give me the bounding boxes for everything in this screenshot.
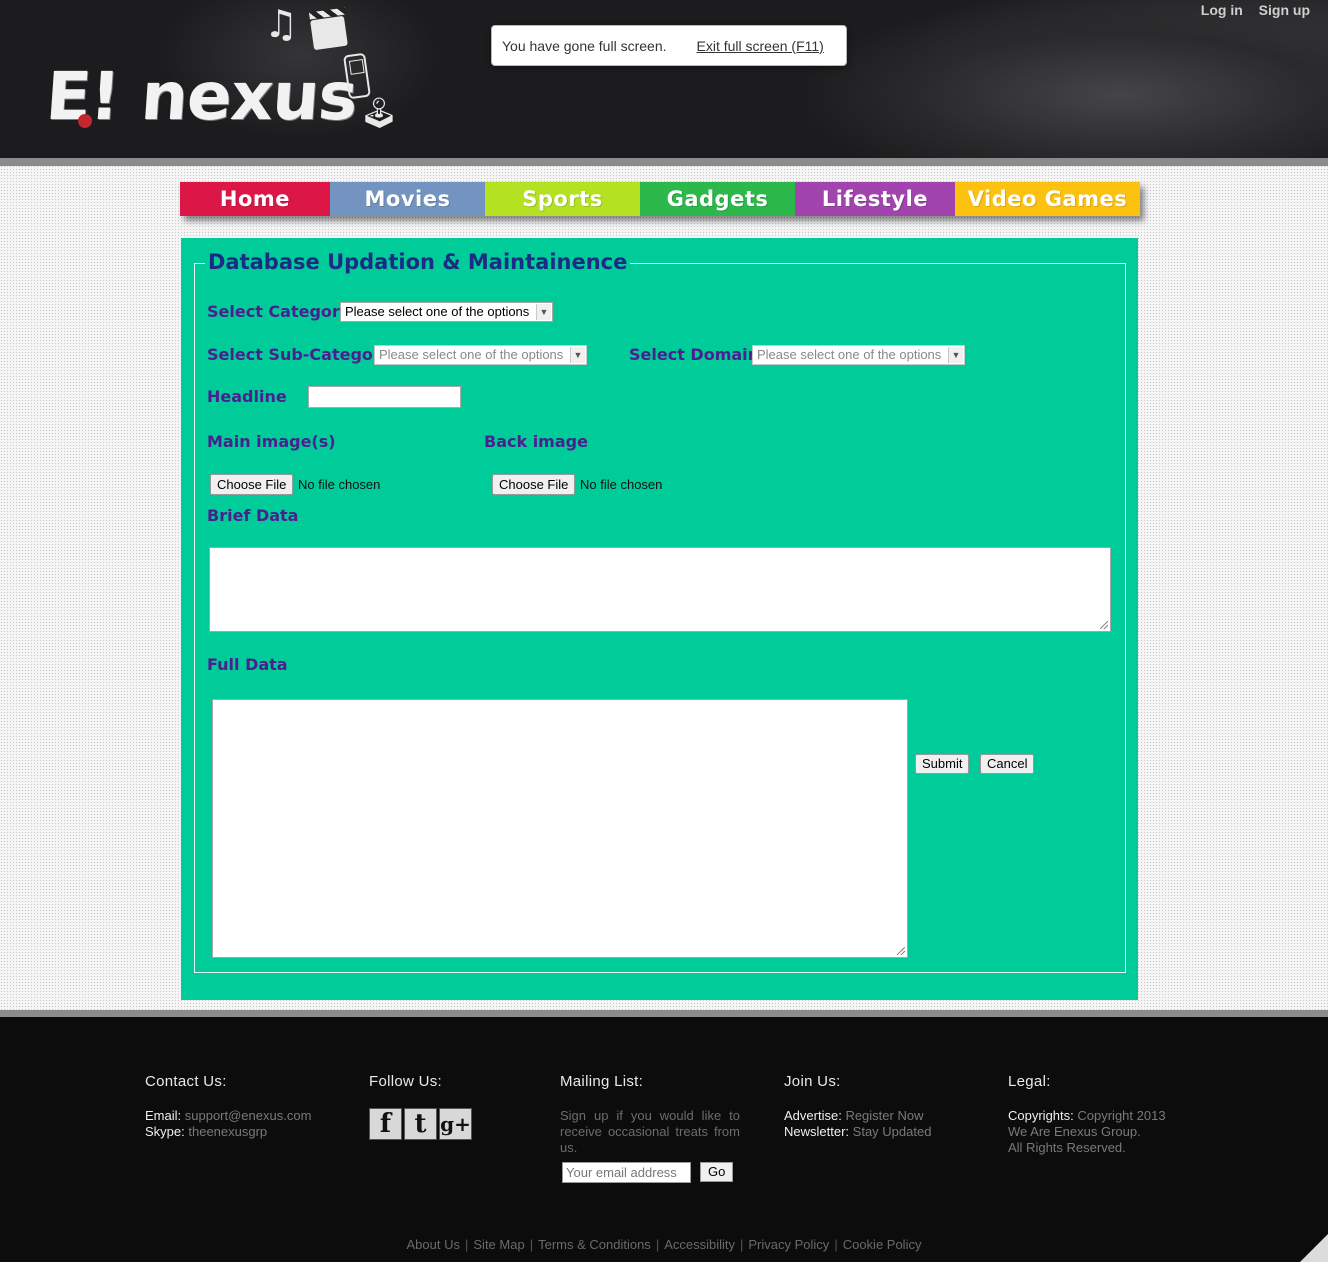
email-value[interactable]: support@enexus.com xyxy=(185,1108,312,1123)
footer-contact: Contact Us: Email: support@enexus.com Sk… xyxy=(145,1073,311,1140)
main-image-choose-button[interactable]: Choose File xyxy=(210,474,294,495)
link-separator: | xyxy=(465,1237,469,1252)
nav-item-movies[interactable]: Movies xyxy=(330,182,485,216)
cancel-button[interactable]: Cancel xyxy=(980,754,1035,774)
main-image-label: Main image(s) xyxy=(207,432,336,451)
subcategory-select-value: Please select one of the options xyxy=(379,347,564,362)
footer-follow: Follow Us: f t g+ xyxy=(369,1073,472,1140)
mailing-description: Sign up if you would like to receive occ… xyxy=(560,1108,740,1155)
resize-grip-icon[interactable] xyxy=(897,947,905,955)
follow-title: Follow Us: xyxy=(369,1073,443,1090)
joystick-icon: 🕹 xyxy=(360,96,399,131)
nav-item-lifestyle[interactable]: Lifestyle xyxy=(795,182,955,216)
link-separator: | xyxy=(834,1237,838,1252)
page-curl-corner xyxy=(1300,1234,1328,1262)
link-separator: | xyxy=(740,1237,744,1252)
legal-title: Legal: xyxy=(1008,1073,1051,1090)
main-image-file-status: No file chosen xyxy=(298,477,381,492)
site-header: E! nexus ♫ 🕹 Log in Sign up xyxy=(0,0,1328,158)
fullscreen-message: You have gone full screen. xyxy=(502,37,667,54)
legal-line-2: We Are Enexus Group. xyxy=(1008,1124,1141,1139)
category-label: Select Category : xyxy=(207,302,363,321)
footer-link-privacy[interactable]: Privacy Policy xyxy=(748,1237,829,1252)
domain-label: Select Domain : xyxy=(629,345,771,364)
footer-mailing: Mailing List: Sign up if you would like … xyxy=(560,1073,760,1223)
database-form-panel: Database Updation & Maintainence Select … xyxy=(181,238,1138,1000)
footer-divider xyxy=(0,1010,1328,1017)
form-fieldset: Database Updation & Maintainence Select … xyxy=(194,250,1126,973)
domain-select[interactable]: Please select one of the options ▼ xyxy=(752,345,965,365)
footer-join: Join Us: Advertise: Register Now Newslet… xyxy=(784,1073,931,1140)
contact-skype: Skype: theenexusgrp xyxy=(145,1124,311,1140)
resize-grip-icon[interactable] xyxy=(1100,621,1108,629)
mailing-go-button[interactable]: Go xyxy=(700,1162,734,1182)
nav-item-home[interactable]: Home xyxy=(180,182,330,216)
legal-copyright: Copyrights: Copyright 2013 xyxy=(1008,1108,1166,1124)
footer-link-terms[interactable]: Terms & Conditions xyxy=(538,1237,651,1252)
legal-line-3: All Rights Reserved. xyxy=(1008,1140,1126,1155)
copyright-value: Copyright 2013 xyxy=(1077,1108,1166,1123)
nav-item-gadgets[interactable]: Gadgets xyxy=(640,182,795,216)
signup-link[interactable]: Sign up xyxy=(1259,2,1310,18)
headline-input[interactable] xyxy=(308,386,461,408)
subcategory-select[interactable]: Please select one of the options ▼ xyxy=(374,345,587,365)
chevron-down-icon: ▼ xyxy=(536,304,551,320)
footer-links: About Us | Site Map | Terms & Conditions | Acc… xyxy=(0,1237,1328,1252)
footer-link-accessibility[interactable]: Accessibility xyxy=(664,1237,735,1252)
login-link[interactable]: Log in xyxy=(1201,2,1243,18)
contact-title: Contact Us: xyxy=(145,1073,227,1090)
social-icons: f t g+ xyxy=(369,1108,472,1140)
chevron-down-icon: ▼ xyxy=(570,347,585,363)
footer-link-sitemap[interactable]: Site Map xyxy=(473,1237,524,1252)
mailing-email-input[interactable]: Your email address xyxy=(562,1162,691,1183)
nav-item-video-games[interactable]: Video Games xyxy=(955,182,1140,216)
skype-label: Skype: xyxy=(145,1124,185,1139)
main-nav: Home Movies Sports Gadgets Lifestyle Vid… xyxy=(180,182,1140,216)
join-title: Join Us: xyxy=(784,1073,841,1090)
footer-link-cookie[interactable]: Cookie Policy xyxy=(843,1237,922,1252)
email-label: Email: xyxy=(145,1108,182,1123)
facebook-icon[interactable]: f xyxy=(369,1108,402,1140)
link-separator: | xyxy=(529,1237,534,1252)
back-image-choose-button[interactable]: Choose File xyxy=(492,474,576,495)
chevron-down-icon: ▼ xyxy=(948,347,963,363)
category-select[interactable]: Please select one of the options ▼ xyxy=(340,302,553,322)
advertise-label: Advertise: xyxy=(784,1108,842,1123)
header-texture xyxy=(808,0,1328,158)
skype-value[interactable]: theenexusgrp xyxy=(188,1124,267,1139)
exit-fullscreen-link[interactable]: Exit full screen (F11) xyxy=(697,38,824,54)
newsletter-link[interactable]: Stay Updated xyxy=(853,1124,932,1139)
newsletter-label: Newsletter: xyxy=(784,1124,850,1139)
link-separator: | xyxy=(655,1237,660,1252)
full-data-label: Full Data xyxy=(207,655,288,674)
account-links: Log in Sign up xyxy=(1189,2,1310,18)
fullscreen-notice: You have gone full screen. Exit full scr… xyxy=(491,25,847,66)
join-advertise: Advertise: Register Now xyxy=(784,1108,931,1124)
submit-button[interactable]: Submit xyxy=(915,754,970,774)
full-data-textarea[interactable] xyxy=(212,699,908,958)
back-image-file-status: No file chosen xyxy=(580,477,663,492)
google-plus-icon[interactable]: g+ xyxy=(439,1108,472,1140)
back-image-label: Back image xyxy=(484,432,588,451)
join-newsletter: Newsletter: Stay Updated xyxy=(784,1124,931,1140)
domain-select-value: Please select one of the options xyxy=(757,347,942,362)
logo-dot-icon xyxy=(78,114,92,128)
brief-data-textarea[interactable] xyxy=(209,547,1111,632)
mailing-title: Mailing List: xyxy=(560,1073,644,1090)
header-divider xyxy=(0,158,1328,166)
music-note-icon: ♫ xyxy=(264,2,299,46)
clapperboard-icon xyxy=(310,15,348,51)
form-title: Database Updation & Maintainence xyxy=(205,250,631,274)
twitter-icon[interactable]: t xyxy=(404,1108,437,1140)
brief-data-label: Brief Data xyxy=(207,506,299,525)
headline-label: Headline xyxy=(207,387,287,406)
footer-legal: Legal: Copyrights: Copyright 2013 We Are… xyxy=(1008,1073,1166,1156)
footer-link-about[interactable]: About Us xyxy=(407,1237,460,1252)
contact-email: Email: support@enexus.com xyxy=(145,1108,311,1124)
category-select-value: Please select one of the options xyxy=(345,304,530,319)
nav-item-sports[interactable]: Sports xyxy=(485,182,640,216)
copyright-label: Copyrights: xyxy=(1008,1108,1074,1123)
site-footer: Contact Us: Email: support@enexus.com Sk… xyxy=(0,1017,1328,1262)
advertise-link[interactable]: Register Now xyxy=(845,1108,923,1123)
